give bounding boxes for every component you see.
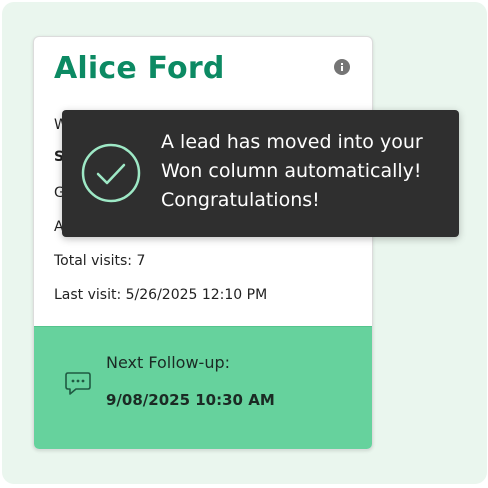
won-notification-toast[interactable]: A lead has moved into your Won column au… — [62, 110, 459, 237]
toast-line-2: Won column automatically! — [161, 160, 422, 182]
info-icon[interactable] — [334, 59, 350, 75]
lead-name: Alice Ford — [54, 51, 225, 86]
follow-up-label: Next Follow-up: — [106, 353, 231, 372]
last-visit: Last visit: 5/26/2025 12:10 PM — [54, 287, 268, 303]
follow-up-section: Next Follow-up: 9/08/2025 10:30 AM — [34, 326, 372, 449]
follow-up-date: 9/08/2025 10:30 AM — [106, 391, 275, 409]
chat-bubble-icon — [65, 372, 91, 395]
toast-line-1: A lead has moved into your — [161, 131, 423, 153]
toast-message: A lead has moved into your Won column au… — [161, 128, 451, 215]
total-visits: Total visits: 7 — [54, 253, 146, 269]
toast-line-3: Congratulations! — [161, 189, 320, 211]
check-circle-icon — [81, 143, 141, 203]
lead-card[interactable]: Alice Ford W S G A Total visits: 7 Last … — [33, 36, 373, 450]
